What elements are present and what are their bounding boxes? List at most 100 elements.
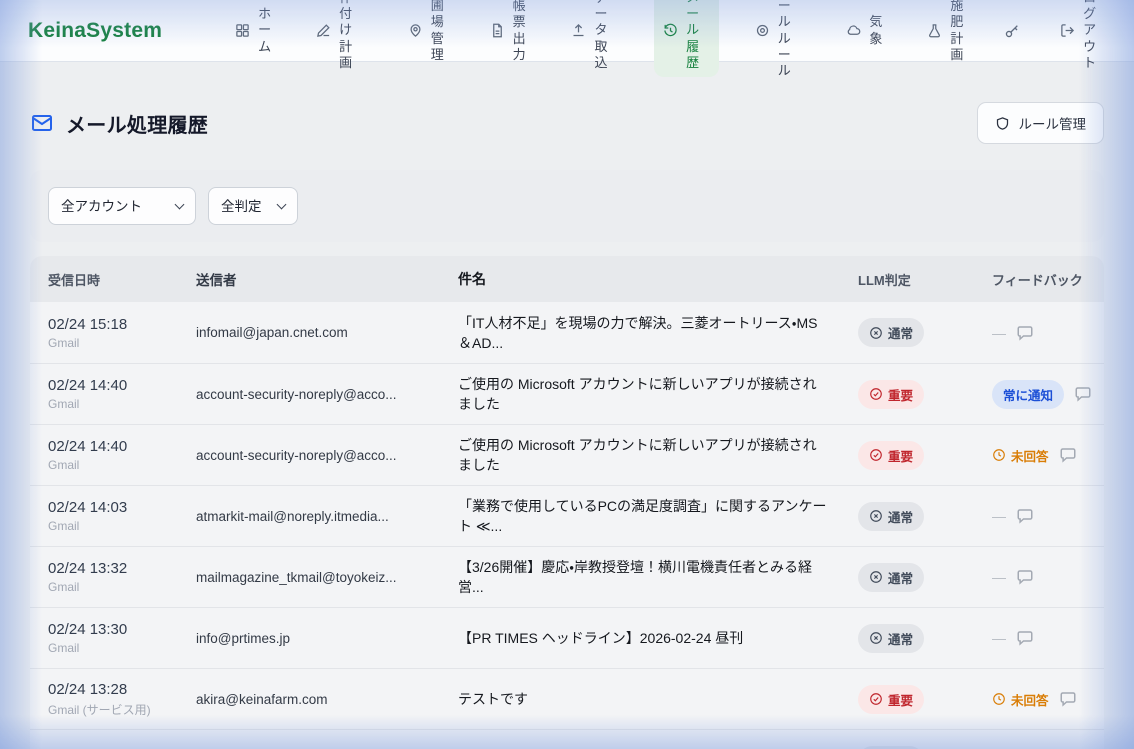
table-row[interactable]: 02/24 12:10 digital@kochinews.jp 四万十福祉専門… — [30, 729, 1104, 749]
nav-item-weather[interactable]: 気 象 — [837, 1, 891, 61]
filter-bar: 全アカウント 全判定 — [30, 170, 1104, 242]
nav-label: データ 取込 — [594, 0, 618, 71]
check-circle-icon — [869, 387, 883, 401]
nav-label: メール ルール — [778, 0, 802, 79]
rule-management-button[interactable]: ルール管理 — [977, 102, 1105, 144]
check-circle-icon — [869, 448, 883, 462]
pen-icon — [316, 7, 331, 55]
table-body: 02/24 15:18 Gmail infomail@japan.cnet.co… — [30, 302, 1104, 749]
llm-verdict-badge: 重要 — [858, 685, 924, 714]
table-row[interactable]: 02/24 13:32 Gmail mailmagazine_tkmail@to… — [30, 546, 1104, 607]
received-datetime: 02/24 13:28 — [48, 681, 178, 698]
col-llm-verdict: LLM判定 — [830, 270, 970, 289]
llm-verdict-label: 通常 — [888, 629, 913, 648]
page-title: メール処理履歴 — [66, 109, 208, 138]
feedback-unanswered: 未回答 — [992, 690, 1049, 709]
mail-subject: ご使用の Microsoft アカウントに新しいアプリが接続されました — [440, 435, 830, 475]
mail-subject: 「IT人材不足」を現場の力で解決。三菱オートリース・MS＆AD... — [440, 313, 830, 353]
feedback-none-dash: — — [992, 569, 1006, 585]
feedback-unanswered: 未回答 — [992, 446, 1049, 465]
table-row[interactable]: 02/24 15:18 Gmail infomail@japan.cnet.co… — [30, 302, 1104, 363]
nav-item-key[interactable] — [1000, 0, 1024, 61]
nav-item-report-output[interactable]: 帳票 出力 — [481, 0, 536, 69]
table-row[interactable]: 02/24 14:03 Gmail atmarkit-mail@noreply.… — [30, 485, 1104, 546]
account-label: Gmail (サービス用) — [48, 701, 178, 718]
received-datetime: 02/24 14:03 — [48, 499, 178, 516]
sender-email: atmarkit-mail@noreply.itmedia... — [178, 509, 440, 524]
verdict-filter-select[interactable]: 全判定 — [208, 187, 298, 225]
account-label: Gmail — [48, 641, 178, 655]
map-pin-icon — [408, 7, 423, 55]
table-header-row: 受信日時 送信者 件名 LLM判定 フィードバック — [30, 256, 1104, 302]
comment-icon[interactable] — [1016, 324, 1034, 342]
feedback-unanswered-label: 未回答 — [1011, 446, 1049, 465]
sliders-icon — [755, 7, 770, 55]
mail-subject: 【PR TIMES ヘッドライン】2026-02-24 昼刊 — [440, 628, 830, 648]
account-label: Gmail — [48, 397, 178, 411]
nav-label: 作付け 計画 — [339, 0, 363, 71]
feedback-always-notify-badge: 常に通知 — [992, 380, 1064, 409]
col-feedback: フィードバック — [970, 270, 1104, 289]
comment-icon[interactable] — [1059, 690, 1077, 708]
clock-icon — [992, 692, 1006, 706]
circle-x-icon — [869, 570, 883, 584]
feedback-cell: — 常に通知 未回答 — [970, 690, 1104, 709]
llm-verdict-label: 通常 — [888, 568, 913, 587]
llm-verdict-label: 通常 — [888, 507, 913, 526]
feedback-none-dash: — — [992, 508, 1006, 524]
upload-icon — [571, 7, 586, 55]
llm-verdict-badge: 通常 — [858, 318, 924, 347]
sender-email: info@prtimes.jp — [178, 631, 440, 646]
feedback-cell: — 常に通知 未回答 — [970, 380, 1104, 409]
llm-verdict-badge: 重要 — [858, 380, 924, 409]
mail-subject: 「業務で使用しているPCの満足度調査」に関するアンケート ≪... — [440, 496, 830, 536]
nav-label: 気 象 — [869, 14, 882, 47]
comment-icon[interactable] — [1016, 629, 1034, 647]
col-sender: 送信者 — [178, 269, 440, 289]
flask-icon — [927, 7, 942, 55]
nav-item-mail-rules[interactable]: メール ルール — [746, 0, 811, 85]
main-content: メール処理履歴 ルール管理 全アカウント 全判定 受信日時 送信者 件名 — [0, 102, 1134, 749]
table-row[interactable]: 02/24 13:30 Gmail info@prtimes.jp 【PR TI… — [30, 607, 1104, 668]
nav-item-planting-plan[interactable]: 作付け 計画 — [307, 0, 372, 77]
mail-subject: ご使用の Microsoft アカウントに新しいアプリが接続されました — [440, 374, 830, 414]
nav-item-mail-history[interactable]: メール 履歴 — [654, 0, 719, 77]
feedback-unanswered-label: 未回答 — [1011, 690, 1049, 709]
main-nav: ホ ー ム 作付け 計画 圃場 管理 帳票 出力 データ 取込 — [226, 0, 1106, 85]
col-subject: 件名 — [440, 269, 830, 289]
llm-verdict-label: 重要 — [888, 385, 913, 404]
circle-x-icon — [869, 631, 883, 645]
shield-icon — [995, 116, 1010, 131]
comment-icon[interactable] — [1074, 385, 1092, 403]
nav-item-home[interactable]: ホ ー ム — [226, 0, 280, 61]
nav-item-field-mgmt[interactable]: 圃場 管理 — [399, 0, 454, 69]
table-row[interactable]: 02/24 14:40 Gmail account-security-norep… — [30, 424, 1104, 485]
circle-x-icon — [869, 326, 883, 340]
feedback-cell: — 常に通知 未回答 — [970, 568, 1104, 586]
feedback-cell: — 常に通知 未回答 — [970, 629, 1104, 647]
feedback-cell: — 常に通知 未回答 — [970, 446, 1104, 465]
account-filter-select[interactable]: 全アカウント — [48, 187, 196, 225]
account-label: Gmail — [48, 519, 178, 533]
table-row[interactable]: 02/24 14:40 Gmail account-security-norep… — [30, 363, 1104, 424]
llm-verdict-badge: 通常 — [858, 624, 924, 653]
sender-email: akira@keinafarm.com — [178, 692, 440, 707]
table-row[interactable]: 02/24 13:28 Gmail (サービス用) akira@keinafar… — [30, 668, 1104, 729]
llm-verdict-badge: 通常 — [858, 563, 924, 592]
cloud-icon — [846, 7, 861, 55]
feedback-cell: — 常に通知 未回答 — [970, 324, 1104, 342]
history-icon — [663, 7, 678, 55]
comment-icon[interactable] — [1016, 568, 1034, 586]
page-header: メール処理履歴 ルール管理 — [30, 102, 1104, 144]
nav-label: ログ アウ ト — [1083, 0, 1097, 71]
clock-icon — [992, 448, 1006, 462]
nav-item-data-import[interactable]: データ 取込 — [562, 0, 627, 77]
nav-item-logout[interactable]: ログ アウ ト — [1051, 0, 1106, 77]
comment-icon[interactable] — [1016, 507, 1034, 525]
comment-icon[interactable] — [1059, 446, 1077, 464]
circle-x-icon — [869, 509, 883, 523]
key-icon — [1004, 6, 1020, 55]
nav-item-fertilizer-plan[interactable]: 施肥 計画 — [918, 0, 973, 69]
received-datetime: 02/24 13:32 — [48, 560, 178, 577]
received-datetime: 02/24 14:40 — [48, 377, 178, 394]
